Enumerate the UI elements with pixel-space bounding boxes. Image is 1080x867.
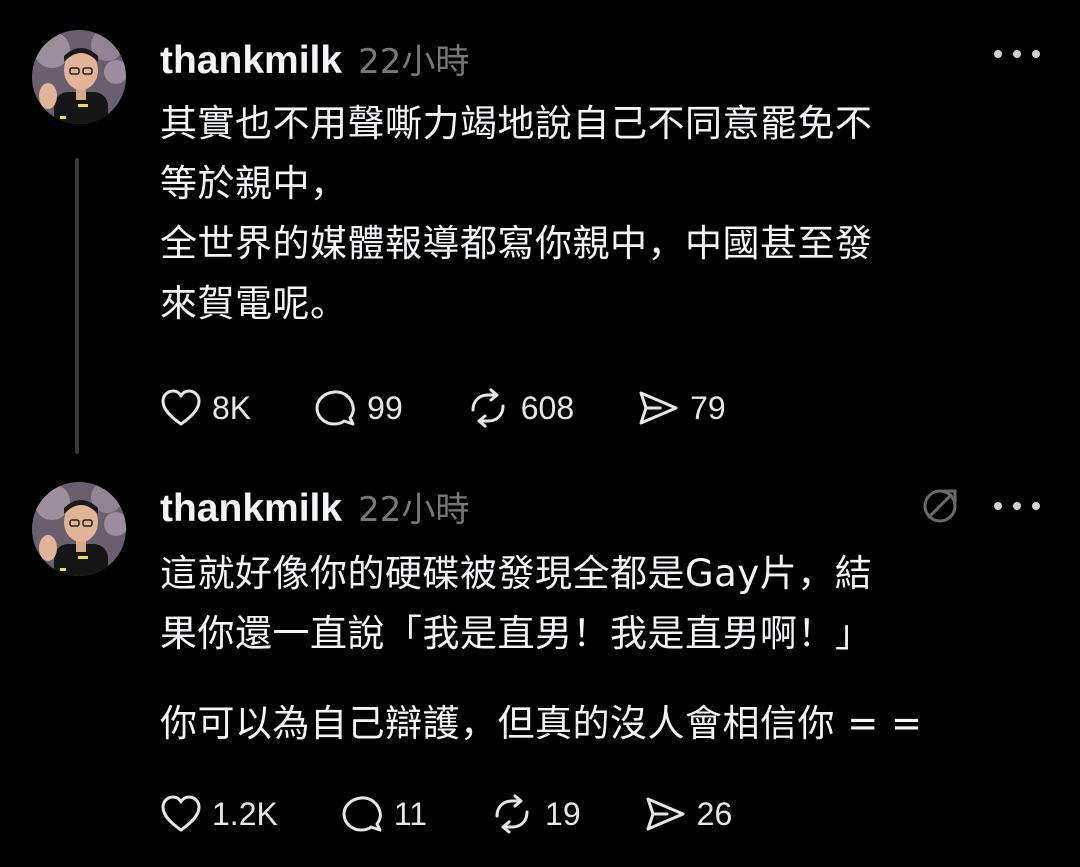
username[interactable]: thankmilk: [160, 39, 342, 83]
repost-count: 19: [545, 795, 581, 832]
repost-icon: [495, 794, 529, 834]
username[interactable]: thankmilk: [160, 487, 342, 531]
timestamp[interactable]: 22小時: [358, 34, 469, 83]
like-count: 8K: [212, 389, 252, 426]
comment-icon: [315, 390, 356, 426]
thread-line: [75, 158, 79, 454]
like-count: 1.2K: [212, 795, 278, 832]
share-button[interactable]: 79: [636, 388, 726, 428]
post-1: thankmilk 22小時 其實也不用聲嘶力竭地說自己不同意罷免不 等於親中，…: [0, 0, 1080, 470]
post-text-paragraph-2: 你可以為自己辯護，但真的沒人會相信你 = =: [160, 702, 923, 745]
action-bar: 8K 99 608 79: [160, 386, 788, 430]
avatar[interactable]: [32, 30, 126, 124]
more-icon[interactable]: [994, 496, 1040, 516]
post-header: thankmilk 22小時: [160, 34, 469, 83]
repost-count: 608: [520, 389, 575, 426]
reply-button[interactable]: 11: [340, 794, 427, 834]
reply-count: 11: [393, 795, 428, 832]
repost-icon: [471, 388, 505, 428]
heart-icon: [161, 389, 201, 426]
reply-count: 99: [367, 389, 403, 426]
comment-icon: [342, 796, 382, 832]
post-header: thankmilk 22小時: [160, 482, 469, 531]
timestamp[interactable]: 22小時: [358, 482, 469, 531]
action-bar: 1.2K 11 19 26: [160, 792, 794, 836]
post-text: 其實也不用聲嘶力竭地說自己不同意罷免不 等於親中， 全世界的媒體報導都寫你親中，…: [160, 102, 873, 325]
like-button[interactable]: 1.2K: [160, 794, 278, 834]
heart-icon: [161, 795, 201, 832]
reply-button[interactable]: 99: [313, 388, 403, 428]
share-icon: [639, 391, 678, 425]
avatar[interactable]: [32, 482, 126, 576]
post-2: thankmilk 22小時 這就好像你的硬碟被發現全都是Gay片，結 果你還一…: [0, 470, 1080, 867]
avatar-image: [32, 482, 126, 576]
share-count: 79: [690, 389, 726, 426]
avatar-image: [32, 30, 126, 124]
post-text: 這就好像你的硬碟被發現全都是Gay片，結 果你還一直說「我是直男！我是直男啊！」: [160, 552, 873, 655]
share-count: 26: [696, 795, 733, 832]
mute-icon[interactable]: [920, 486, 960, 526]
repost-button[interactable]: 608: [465, 388, 574, 428]
repost-button[interactable]: 19: [489, 794, 581, 834]
share-button[interactable]: 26: [643, 794, 733, 834]
share-icon: [646, 797, 685, 831]
more-icon[interactable]: [994, 44, 1040, 64]
like-button[interactable]: 8K: [160, 388, 251, 428]
